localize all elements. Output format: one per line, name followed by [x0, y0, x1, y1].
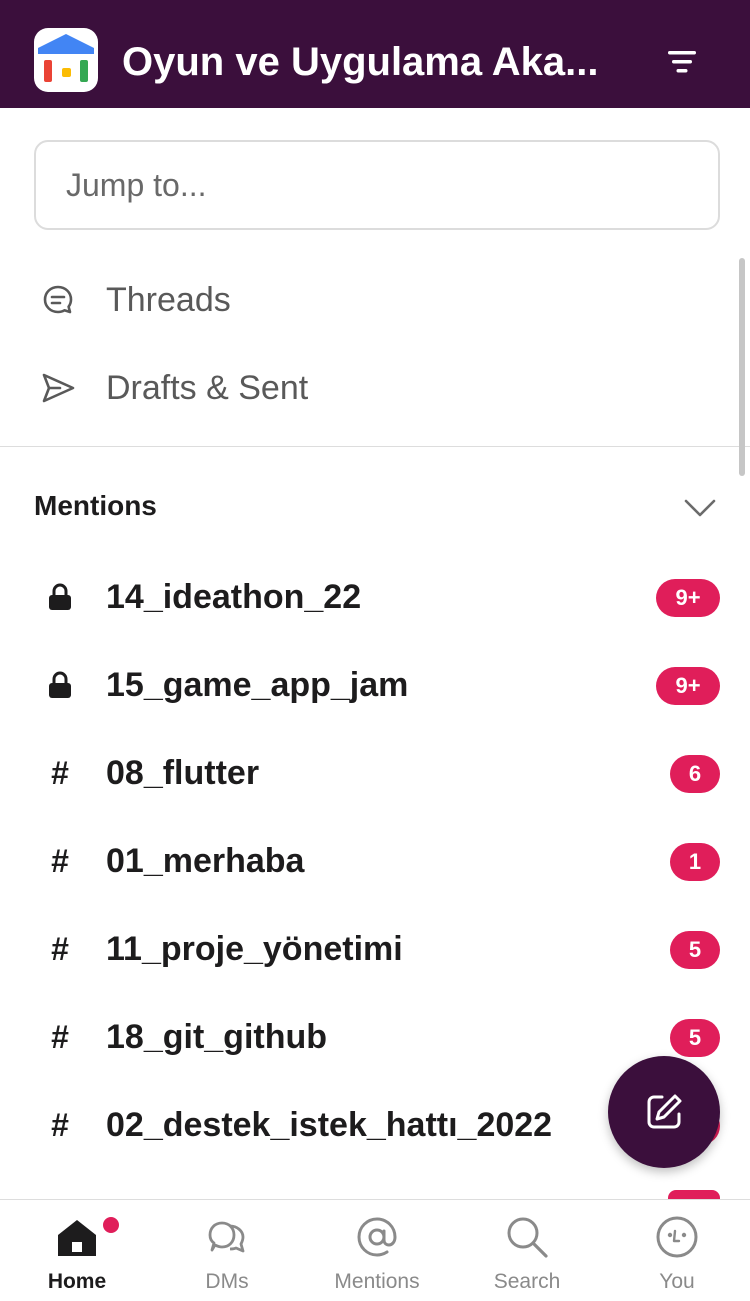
hash-icon: #: [51, 754, 69, 791]
nav-item-threads[interactable]: Threads: [0, 256, 750, 344]
profile-icon: [656, 1216, 698, 1258]
unread-badge: 1: [670, 843, 720, 881]
home-icon: [58, 1220, 96, 1256]
channel-name: 08_flutter: [106, 754, 260, 792]
workspace-logo-icon[interactable]: [34, 28, 98, 92]
tab-you[interactable]: You: [602, 1200, 750, 1301]
section-title-mentions[interactable]: Mentions: [34, 490, 157, 522]
chevron-down-icon[interactable]: [680, 488, 720, 528]
notification-dot: [100, 1214, 122, 1236]
workspace-name[interactable]: Oyun ve Uygulama Aka...: [122, 34, 642, 90]
jump-to-input[interactable]: [66, 142, 686, 228]
unread-badge: 6: [670, 755, 720, 793]
channel-row[interactable]: 15_game_app_jam 9+: [0, 641, 750, 729]
tab-label: Mentions: [334, 1270, 420, 1293]
dms-icon: [208, 1221, 245, 1253]
tab-mentions[interactable]: Mentions: [302, 1200, 452, 1301]
channel-name: 18_git_github: [106, 1018, 328, 1056]
channel-row[interactable]: # 01_merhaba 1: [0, 817, 750, 905]
hash-icon: #: [51, 1018, 69, 1055]
threads-icon: [43, 285, 73, 314]
channel-row[interactable]: # 08_flutter 6: [0, 729, 750, 817]
hash-icon: #: [51, 842, 69, 879]
channel-name: 14_ideathon_22: [106, 578, 362, 616]
compose-icon: [647, 1094, 682, 1129]
send-icon: [42, 373, 75, 403]
tab-dms[interactable]: DMs: [152, 1200, 302, 1301]
channel-name: 02_destek_istek_hattı_2022: [106, 1106, 553, 1144]
channel-row[interactable]: # 11_proje_yönetimi 5: [0, 905, 750, 993]
unread-badge: 9+: [656, 667, 720, 705]
channel-name: 11_proje_yönetimi: [106, 930, 403, 968]
unread-badge: 9+: [656, 579, 720, 617]
unread-badge: 5: [670, 1019, 720, 1057]
hash-icon: #: [51, 930, 69, 967]
channel-name: 01_merhaba: [106, 842, 305, 880]
compose-button[interactable]: [608, 1056, 720, 1168]
lock-icon: [44, 663, 76, 707]
scrollbar[interactable]: [739, 258, 745, 476]
tab-home[interactable]: Home: [2, 1200, 152, 1301]
unread-badge: 5: [670, 931, 720, 969]
at-icon: [357, 1217, 397, 1257]
hash-icon: #: [51, 1106, 69, 1143]
top-header: Oyun ve Uygulama Aka...: [0, 0, 750, 108]
divider: [0, 446, 750, 447]
tab-label: DMs: [205, 1270, 249, 1293]
tab-label: You: [659, 1270, 695, 1293]
nav-item-label: Drafts & Sent: [106, 368, 309, 407]
jump-to-field[interactable]: [34, 140, 720, 230]
nav-item-label: Threads: [106, 280, 231, 319]
filter-icon[interactable]: [656, 40, 708, 84]
tab-label: Home: [47, 1270, 107, 1293]
lock-icon: [44, 575, 76, 619]
nav-item-drafts-sent[interactable]: Drafts & Sent: [0, 344, 750, 432]
channel-name: 15_game_app_jam: [106, 666, 409, 704]
search-icon: [507, 1217, 548, 1258]
bottom-tab-bar: Home DMs Mentions Search You: [0, 1199, 750, 1301]
tab-label: Search: [493, 1270, 561, 1293]
channel-row[interactable]: 14_ideathon_22 9+: [0, 553, 750, 641]
tab-search[interactable]: Search: [452, 1200, 602, 1301]
